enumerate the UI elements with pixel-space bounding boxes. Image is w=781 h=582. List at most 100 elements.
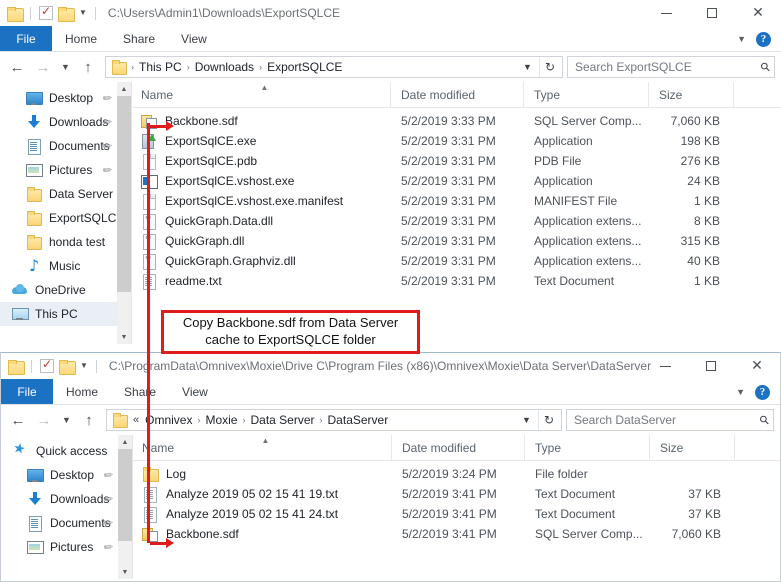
- breadcrumb-item-dataserver[interactable]: DataServer: [325, 413, 392, 427]
- sidebar-item-music[interactable]: Music: [0, 254, 131, 278]
- new-folder-icon[interactable]: [58, 6, 75, 22]
- table-row[interactable]: Log 5/2/2019 3:24 PM File folder: [132, 464, 780, 484]
- new-folder-icon[interactable]: [59, 359, 76, 375]
- search-input[interactable]: Search DataServer: [574, 413, 760, 427]
- table-row[interactable]: QuickGraph.Data.dll 5/2/2019 3:31 PM Appli…: [131, 211, 781, 231]
- breadcrumb-item-this-pc[interactable]: This PC: [136, 60, 185, 74]
- help-icon[interactable]: ?: [755, 384, 770, 400]
- table-row[interactable]: QuickGraph.dll 5/2/2019 3:31 PM Applicatio…: [131, 231, 781, 251]
- tab-file[interactable]: File: [1, 379, 53, 404]
- navpane-scrollbar-bottom[interactable]: ▲ ▼: [118, 435, 132, 579]
- tab-share[interactable]: Share: [111, 379, 169, 404]
- up-button[interactable]: ↑: [76, 407, 102, 433]
- close-button[interactable]: ✕: [735, 0, 781, 26]
- table-row[interactable]: Analyze 2019 05 02 15 41 19.txt 5/2/2019 …: [132, 484, 780, 504]
- forward-button[interactable]: →: [31, 407, 57, 433]
- back-button[interactable]: ←: [5, 407, 31, 433]
- close-button[interactable]: ✕: [734, 353, 780, 379]
- properties-icon[interactable]: [39, 4, 53, 20]
- address-dropdown-icon[interactable]: ▼: [516, 62, 539, 72]
- breadcrumb-item-exportsqlce[interactable]: ExportSQLCE: [264, 60, 345, 74]
- address-dropdown-icon[interactable]: ▼: [515, 415, 538, 425]
- tab-home[interactable]: Home: [53, 379, 111, 404]
- back-button[interactable]: ←: [4, 54, 30, 80]
- pin-icon[interactable]: ✐: [100, 467, 115, 483]
- column-header-date-modified[interactable]: Date modified: [392, 434, 525, 461]
- breadcrumb-item-moxie[interactable]: Moxie: [202, 413, 240, 427]
- breadcrumb-item-downloads[interactable]: Downloads: [192, 60, 257, 74]
- scrollbar-thumb[interactable]: [117, 96, 131, 292]
- pin-icon[interactable]: ✐: [99, 162, 114, 178]
- table-row[interactable]: Backbone.sdf 5/2/2019 3:33 PM SQL Server C…: [131, 111, 781, 131]
- breadcrumb-item-omnivex[interactable]: Omnivex: [142, 413, 195, 427]
- sidebar-item-pictures[interactable]: Pictures ✐: [1, 535, 132, 559]
- search-box-top[interactable]: Search ExportSQLCE ⚲: [567, 56, 775, 78]
- scroll-down-icon[interactable]: ▼: [117, 330, 131, 344]
- address-input-bottom[interactable]: « Omnivex › Moxie › Data Server › DataSe…: [106, 409, 562, 431]
- pin-icon[interactable]: ✐: [100, 539, 115, 555]
- scroll-up-icon[interactable]: ▲: [117, 82, 131, 96]
- address-input-top[interactable]: › This PC › Downloads › ExportSQLCE ▼ ↻: [105, 56, 563, 78]
- table-row[interactable]: ExportSqlCE.exe 5/2/2019 3:31 PM Applicati…: [131, 131, 781, 151]
- sidebar-item-honda-test[interactable]: honda test: [0, 230, 131, 254]
- column-header-name[interactable]: Name ▲: [132, 434, 392, 461]
- tab-share[interactable]: Share: [110, 26, 168, 51]
- navpane-scrollbar-top[interactable]: ▲ ▼: [117, 82, 131, 344]
- properties-icon[interactable]: [40, 357, 54, 373]
- recent-locations-icon[interactable]: ▼: [57, 407, 76, 433]
- scroll-down-icon[interactable]: ▼: [118, 565, 132, 579]
- search-input[interactable]: Search ExportSQLCE: [575, 60, 761, 74]
- table-row[interactable]: ExportSqlCE.vshost.exe.manifest 5/2/2019 …: [131, 191, 781, 211]
- refresh-icon[interactable]: ↻: [537, 410, 559, 430]
- column-header-size[interactable]: Size: [650, 434, 735, 461]
- folder-icon[interactable]: [8, 359, 25, 375]
- chevron-down-icon[interactable]: ▼: [80, 359, 88, 373]
- tab-view[interactable]: View: [168, 26, 220, 51]
- recent-locations-icon[interactable]: ▼: [56, 54, 75, 80]
- column-header-date-modified[interactable]: Date modified: [391, 81, 524, 108]
- ribbon-collapse-icon[interactable]: ▼: [737, 34, 746, 44]
- sidebar-item-documents[interactable]: Documents ✐: [1, 511, 132, 535]
- table-row[interactable]: Analyze 2019 05 02 15 41 24.txt 5/2/2019 …: [132, 504, 780, 524]
- maximize-button[interactable]: [688, 353, 734, 379]
- table-row[interactable]: Backbone.sdf 5/2/2019 3:41 PM SQL Server C…: [132, 524, 780, 544]
- table-row[interactable]: QuickGraph.Graphviz.dll 5/2/2019 3:31 PM A…: [131, 251, 781, 271]
- minimize-button[interactable]: [642, 353, 688, 379]
- sidebar-item-documents[interactable]: Documents ✐: [0, 134, 131, 158]
- sidebar-item-desktop[interactable]: Desktop ✐: [0, 86, 131, 110]
- help-icon[interactable]: ?: [756, 31, 771, 47]
- up-button[interactable]: ↑: [75, 54, 101, 80]
- pin-icon[interactable]: ✐: [99, 90, 114, 106]
- sidebar-item-exportsqlce[interactable]: ExportSQLCE: [0, 206, 131, 230]
- sidebar-item-data-server[interactable]: Data Server: [0, 182, 131, 206]
- search-box-bottom[interactable]: Search DataServer ⚲: [566, 409, 774, 431]
- refresh-icon[interactable]: ↻: [538, 57, 560, 77]
- scroll-up-icon[interactable]: ▲: [118, 435, 132, 449]
- breadcrumb-item-data-server[interactable]: Data Server: [247, 413, 317, 427]
- tab-file[interactable]: File: [0, 26, 52, 51]
- sidebar-item-downloads[interactable]: Downloads ✐: [1, 487, 132, 511]
- sidebar-item-pictures[interactable]: Pictures ✐: [0, 158, 131, 182]
- forward-button[interactable]: →: [30, 54, 56, 80]
- column-header-size[interactable]: Size: [649, 81, 734, 108]
- tab-view[interactable]: View: [169, 379, 221, 404]
- ribbon-collapse-icon[interactable]: ▼: [736, 387, 745, 397]
- table-row[interactable]: ExportSqlCE.pdb 5/2/2019 3:31 PM PDB File 2…: [131, 151, 781, 171]
- maximize-button[interactable]: [689, 0, 735, 26]
- chevron-down-icon[interactable]: ▼: [79, 6, 87, 20]
- column-header-type[interactable]: Type: [525, 434, 650, 461]
- scrollbar-thumb[interactable]: [118, 449, 132, 541]
- column-header-type[interactable]: Type: [524, 81, 649, 108]
- sidebar-item-downloads[interactable]: Downloads ✐: [0, 110, 131, 134]
- sidebar-item-desktop[interactable]: Desktop ✐: [1, 463, 132, 487]
- column-header-name[interactable]: Name ▲: [131, 81, 391, 108]
- table-row[interactable]: ExportSqlCE.vshost.exe 5/2/2019 3:31 PM Ap…: [131, 171, 781, 191]
- tab-home[interactable]: Home: [52, 26, 110, 51]
- sidebar-item-onedrive[interactable]: OneDrive: [0, 278, 131, 302]
- sidebar-item-this-pc[interactable]: This PC: [0, 302, 131, 326]
- sidebar-item-quick-access[interactable]: Quick access: [1, 439, 132, 463]
- folder-icon[interactable]: [7, 6, 24, 22]
- table-row[interactable]: readme.txt 5/2/2019 3:31 PM Text Document 1…: [131, 271, 781, 291]
- breadcrumb-overflow-icon[interactable]: «: [130, 414, 142, 426]
- minimize-button[interactable]: [643, 0, 689, 26]
